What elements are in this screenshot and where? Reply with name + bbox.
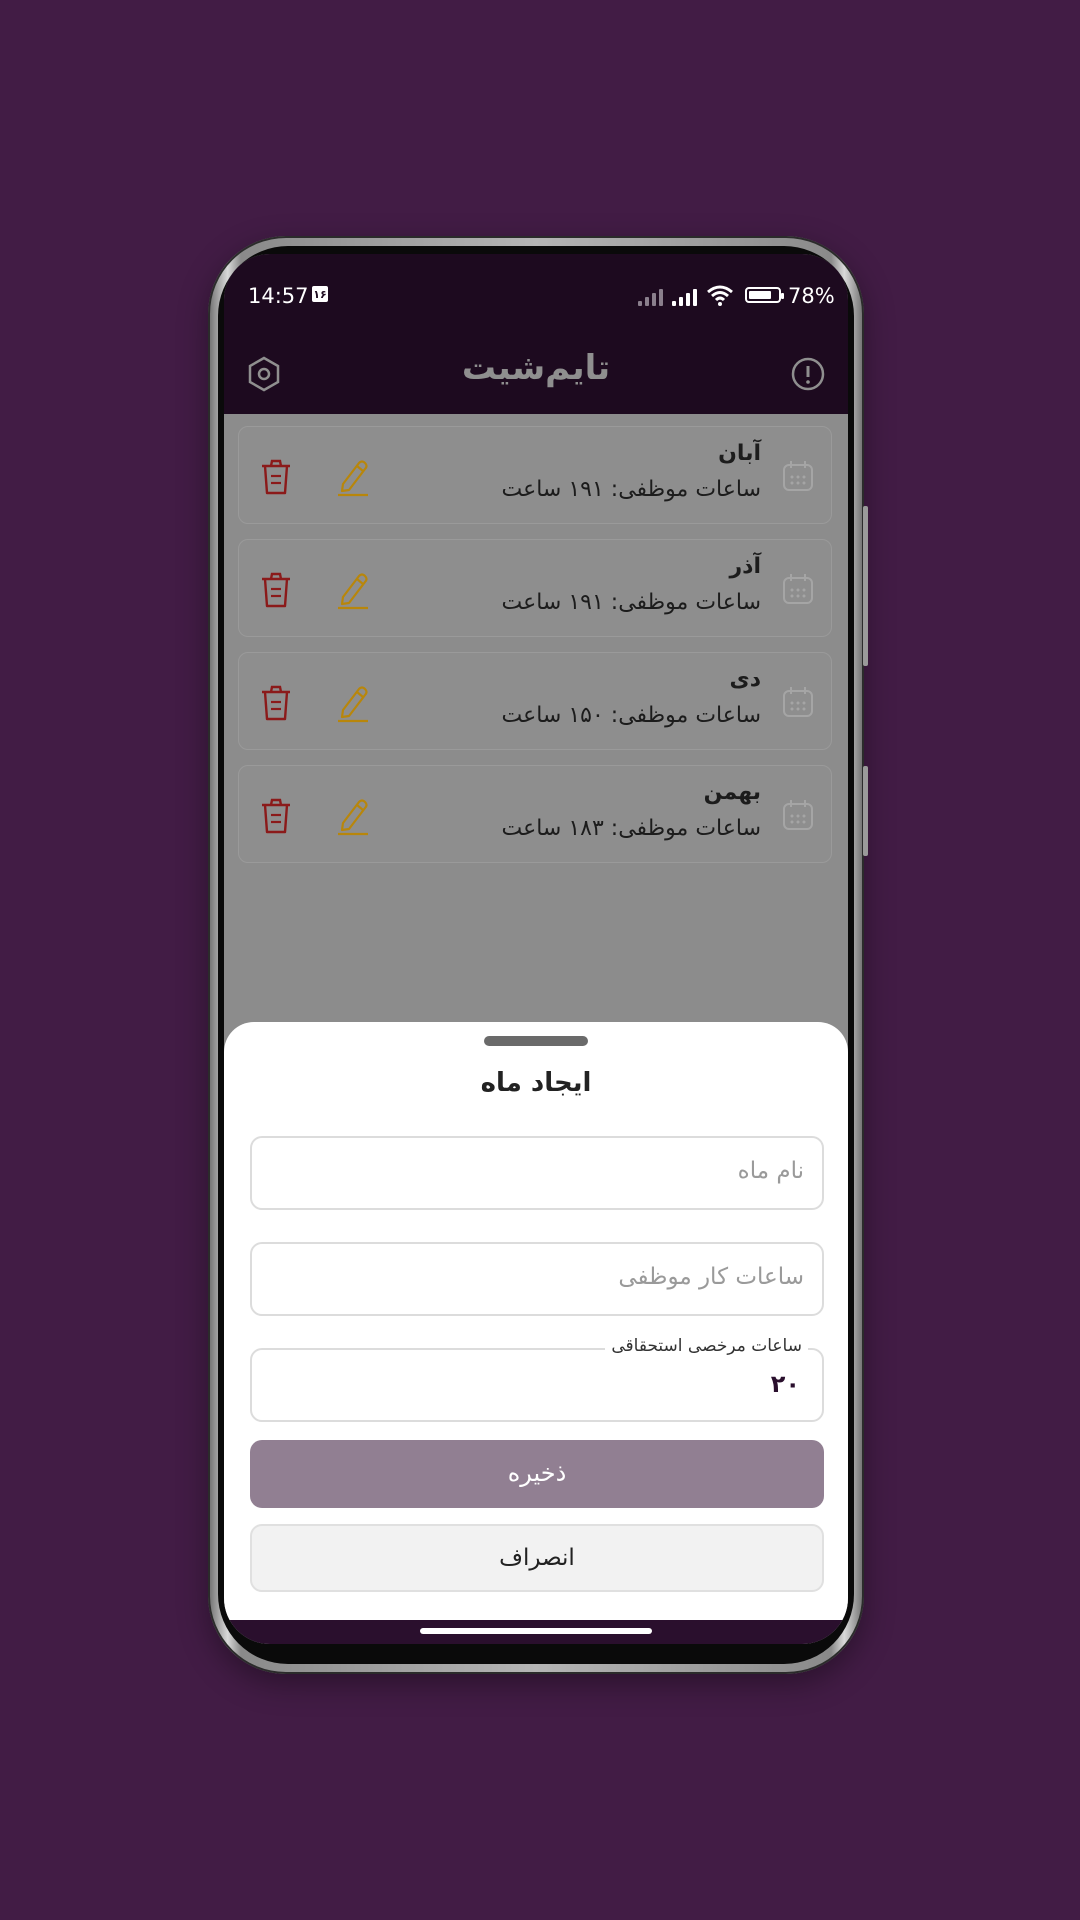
status-time: 14:57: [248, 284, 309, 308]
delete-icon[interactable]: [259, 570, 293, 610]
leave-hours-field[interactable]: ساعات مرخصی استحقاقی ۲۰: [250, 1336, 824, 1422]
edit-icon[interactable]: [335, 796, 371, 836]
work-hours-placeholder: ساعات کار موظفی: [618, 1264, 804, 1290]
save-button[interactable]: ذخیره: [250, 1440, 824, 1508]
leave-hours-label: ساعات مرخصی استحقاقی: [605, 1336, 808, 1356]
gesture-nav-bar: [224, 1620, 848, 1644]
cancel-button[interactable]: انصراف: [250, 1524, 824, 1592]
battery-fill: [749, 291, 771, 299]
month-name: آبان: [718, 441, 761, 466]
sheet-title: ایجاد ماه: [480, 1068, 592, 1098]
edit-icon[interactable]: [335, 570, 371, 610]
leave-hours-value: ۲۰: [770, 1370, 800, 1398]
delete-icon[interactable]: [259, 796, 293, 836]
month-hours: ساعات موظفی: ۱۹۱ ساعت: [501, 590, 761, 615]
month-card[interactable]: دی ساعات موظفی: ۱۵۰ ساعت: [238, 652, 832, 750]
home-indicator[interactable]: [420, 1628, 652, 1634]
status-bar: 14:57 ۱۶ 78%: [224, 254, 848, 334]
month-hours: ساعات موظفی: ۱۸۳ ساعت: [501, 816, 761, 841]
calendar-icon: [783, 461, 813, 491]
calendar-badge-icon: ۱۶: [312, 286, 328, 302]
delete-icon[interactable]: [259, 683, 293, 723]
signal-icon-sim1: [638, 288, 663, 306]
month-name: آذر: [729, 554, 762, 579]
info-icon[interactable]: [790, 356, 826, 392]
month-name-placeholder: نام ماه: [737, 1158, 804, 1184]
power-button: [863, 766, 868, 856]
month-name: بهمن: [703, 780, 761, 805]
volume-button: [863, 506, 868, 666]
month-hours: ساعات موظفی: ۱۹۱ ساعت: [501, 477, 761, 502]
edit-icon[interactable]: [335, 457, 371, 497]
delete-icon[interactable]: [259, 457, 293, 497]
month-card[interactable]: بهمن ساعات موظفی: ۱۸۳ ساعت: [238, 765, 832, 863]
create-month-sheet: ایجاد ماه نام ماه ساعات کار موظفی ساعات …: [224, 1022, 848, 1620]
wifi-icon: [707, 285, 733, 306]
calendar-icon: [783, 574, 813, 604]
calendar-icon: [783, 800, 813, 830]
month-card[interactable]: آذر ساعات موظفی: ۱۹۱ ساعت: [238, 539, 832, 637]
month-name-field[interactable]: نام ماه: [250, 1136, 824, 1210]
battery-percent: 78%: [788, 284, 835, 308]
signal-icon-sim2: [672, 288, 697, 306]
calendar-icon: [783, 687, 813, 717]
app-bar: تایم‌شیت: [224, 334, 848, 414]
app-title: تایم‌شیت: [461, 348, 611, 388]
work-hours-field[interactable]: ساعات کار موظفی: [250, 1242, 824, 1316]
month-hours: ساعات موظفی: ۱۵۰ ساعت: [501, 703, 761, 728]
month-card[interactable]: آبان ساعات موظفی: ۱۹۱ ساعت: [238, 426, 832, 524]
sheet-drag-handle[interactable]: [484, 1036, 588, 1046]
edit-icon[interactable]: [335, 683, 371, 723]
app-screen: 14:57 ۱۶ 78% تایم‌شیت: [224, 254, 848, 1644]
battery-icon: [745, 287, 784, 303]
month-name: دی: [729, 667, 761, 692]
